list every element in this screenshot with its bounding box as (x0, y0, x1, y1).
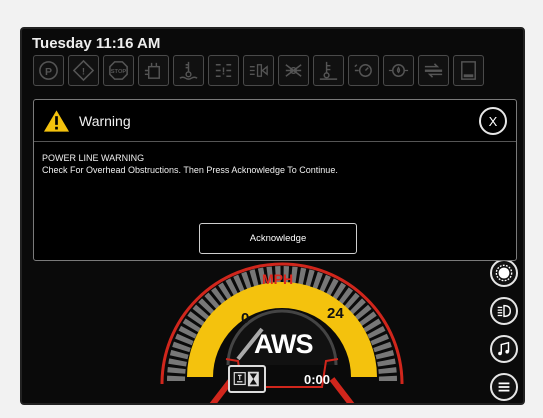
dialog-title: Warning (79, 112, 131, 129)
message-body: Check For Overhead Obstructions. Then Pr… (42, 165, 338, 175)
side-button-column (490, 259, 518, 401)
music-icon (498, 341, 510, 356)
engine-oil-pressure-icon (348, 55, 379, 86)
hydraulic-oil-temperature-icon (313, 55, 344, 86)
hourglass-icon (233, 371, 259, 387)
brightness-icon (495, 264, 513, 282)
menu-icon (498, 382, 510, 392)
gauge-max-label: 24 (327, 305, 344, 322)
transmission-icon (418, 55, 449, 86)
music-button[interactable] (490, 335, 518, 363)
general-warning-icon: ! (68, 55, 99, 86)
acknowledge-button[interactable]: Acknowledge (199, 223, 357, 254)
air-filter-icon (278, 55, 309, 86)
hydraulic-filter-icon: ! (208, 55, 239, 86)
engine-oil-icon (383, 55, 414, 86)
brightness-button[interactable] (490, 259, 518, 287)
dialog-header: Warning X (34, 100, 516, 142)
menu-button[interactable] (490, 373, 518, 401)
svg-text:STOP: STOP (111, 69, 127, 75)
svg-text:!: ! (222, 65, 226, 77)
indicator-bar: P ! STOP ! (33, 55, 484, 86)
close-icon: X (488, 113, 498, 129)
warning-triangle-icon (43, 109, 70, 132)
stop-icon: STOP (103, 55, 134, 86)
warning-dialog: Warning X POWER LINE WARNING Check For O… (33, 99, 517, 261)
speed-unit: MPH (262, 271, 294, 287)
gauge-min-label: 0 (241, 310, 250, 327)
svg-text:!: ! (82, 66, 85, 77)
steering-mode-label: AWS (254, 329, 314, 359)
svg-text:P: P (45, 66, 52, 78)
display-screen: Tuesday 11:16 AM P ! STOP ! MPH 0 24 AWS… (20, 27, 525, 405)
close-button[interactable]: X (479, 107, 507, 135)
parking-brake-icon: P (33, 55, 64, 86)
headlight-button[interactable] (490, 297, 518, 325)
fuel-level-icon (453, 55, 484, 86)
dialog-body: POWER LINE WARNING Check For Overhead Ob… (34, 142, 516, 186)
timer-value: 0:00 (304, 371, 331, 387)
coolant-temperature-icon (173, 55, 204, 86)
timer-button[interactable] (228, 365, 266, 393)
message-title: POWER LINE WARNING (42, 153, 145, 163)
transmission-filter-icon (243, 55, 274, 86)
coolant-level-icon (138, 55, 169, 86)
headlight-icon (497, 304, 512, 318)
timer-control: 0:00 (228, 365, 330, 393)
clock-text: Tuesday 11:16 AM (32, 35, 161, 52)
